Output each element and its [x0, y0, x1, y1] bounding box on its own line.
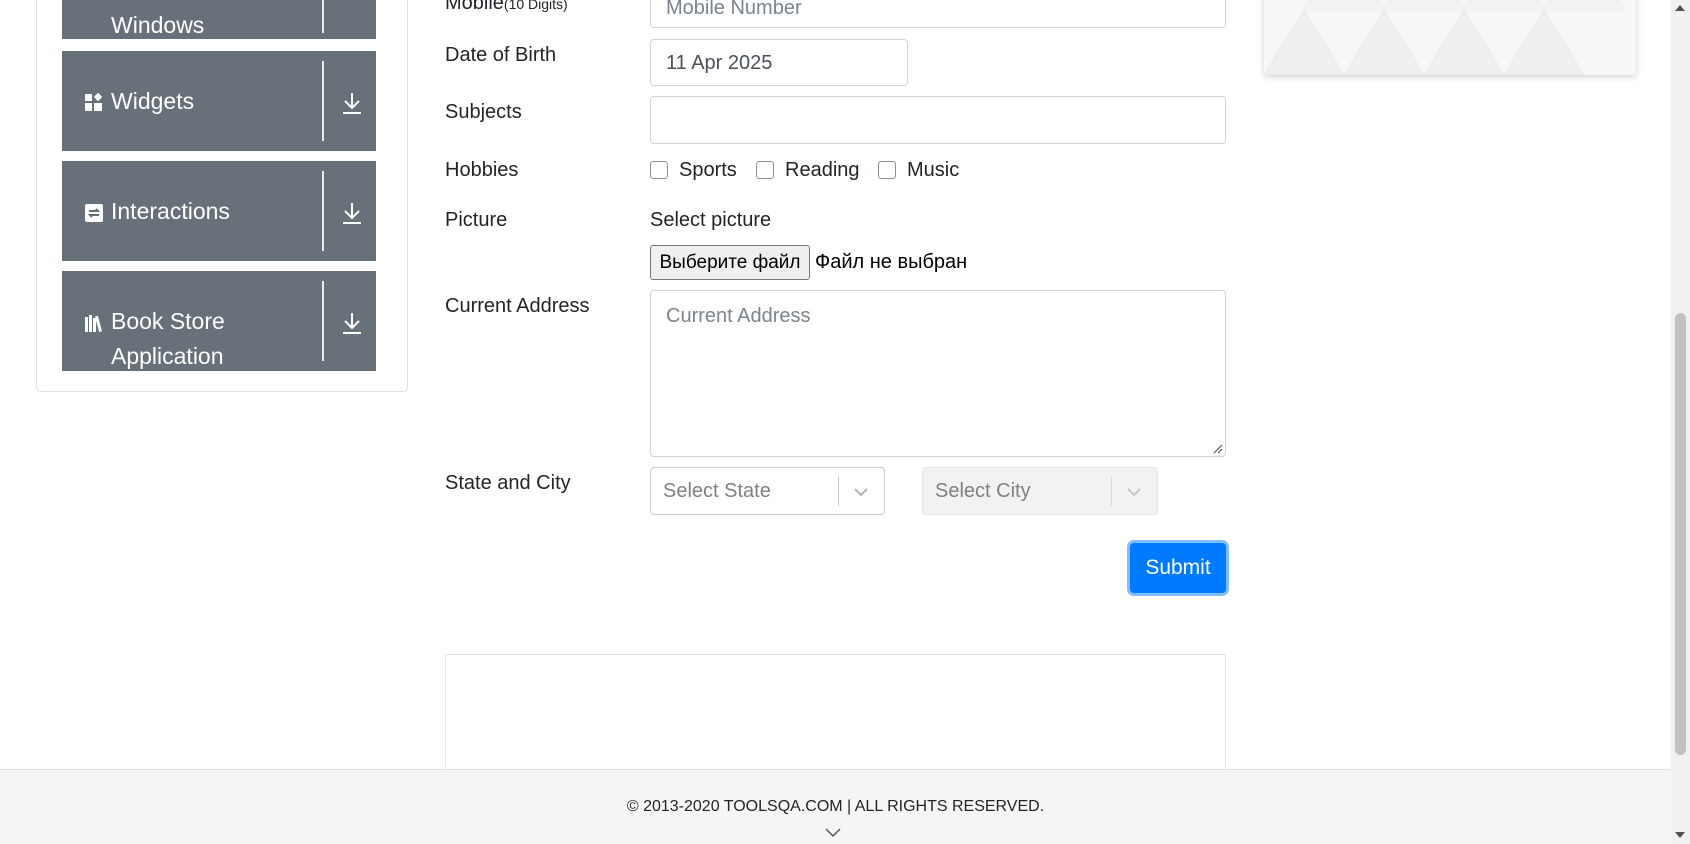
- hobbies-label: Hobbies: [445, 159, 519, 181]
- resize-handle-icon[interactable]: [1211, 442, 1223, 454]
- reading-label[interactable]: Reading: [785, 159, 860, 182]
- banner-image: [1264, 0, 1636, 75]
- interactions-icon: [85, 204, 103, 222]
- mobile-input[interactable]: Mobile Number: [650, 0, 1226, 28]
- output-frame: [445, 654, 1226, 774]
- state-city-label: State and City: [445, 472, 571, 494]
- file-status: Файл не выбран: [815, 251, 968, 273]
- chevron-down-icon[interactable]: [851, 482, 871, 502]
- collapse-icon[interactable]: [341, 0, 363, 18]
- music-label[interactable]: Music: [907, 159, 959, 182]
- select-picture-title: Select picture: [650, 209, 772, 231]
- chevron-down-icon[interactable]: [824, 826, 842, 838]
- banner-pattern: [1264, 0, 1625, 75]
- current-address-textarea[interactable]: Current Address: [650, 290, 1226, 457]
- picture-label: Picture: [445, 209, 508, 231]
- sidebar-group-label: Book Store: [111, 308, 225, 334]
- current-address-label: Current Address: [445, 295, 590, 317]
- sidebar-separator: [322, 61, 324, 141]
- sidebar-separator: [322, 171, 324, 251]
- download-arrow-icon[interactable]: [341, 311, 363, 335]
- footer-copyright: © 2013-2020 TOOLSQA.COM | ALL RIGHTS RES…: [626, 798, 1045, 815]
- sidebar-separator: [322, 281, 324, 361]
- sidebar-group-interactions[interactable]: Interactions: [62, 161, 376, 261]
- select-separator: [1111, 476, 1112, 506]
- subjects-label: Subjects: [445, 101, 522, 123]
- footer: © 2013-2020 TOOLSQA.COM | ALL RIGHTS RES…: [0, 769, 1671, 844]
- scrollbar-thumb[interactable]: [1675, 313, 1686, 755]
- state-select[interactable]: Select State: [650, 467, 885, 515]
- sidebar-group-book-store[interactable]: Book Store Application: [62, 271, 376, 371]
- mobile-label: Mobile(10 Digits): [445, 0, 568, 14]
- music-checkbox[interactable]: [878, 161, 896, 179]
- reading-checkbox[interactable]: [756, 161, 774, 179]
- sidebar-group-widgets[interactable]: Widgets: [62, 51, 376, 151]
- dob-input[interactable]: 11 Apr 2025: [650, 39, 908, 86]
- subjects-input[interactable]: [650, 96, 1226, 144]
- sidebar-group-label: Application: [111, 343, 224, 369]
- sidebar-group-label: Widgets: [111, 88, 195, 114]
- sports-checkbox[interactable]: [650, 161, 668, 179]
- books-icon: [85, 315, 103, 332]
- sidebar-group-label: Windows: [111, 12, 205, 38]
- download-arrow-icon[interactable]: [341, 91, 363, 115]
- city-select[interactable]: Select City: [922, 467, 1158, 515]
- submit-button[interactable]: Submit: [1130, 543, 1226, 593]
- choose-file-button[interactable]: Выберите файл: [650, 245, 810, 280]
- sports-label[interactable]: Sports: [679, 159, 737, 182]
- widgets-icon: [85, 93, 103, 111]
- sidebar-separator: [322, 0, 324, 33]
- sidebar-group-windows[interactable]: Windows: [62, 0, 376, 39]
- download-arrow-icon[interactable]: [341, 201, 363, 225]
- chevron-down-icon[interactable]: [1124, 482, 1144, 502]
- select-separator: [838, 476, 839, 506]
- scroll-down-icon[interactable]: [1673, 830, 1687, 840]
- sidebar-group-label: Interactions: [111, 198, 230, 224]
- scroll-up-icon[interactable]: [1673, 3, 1687, 13]
- dob-value: 11 Apr 2025: [666, 52, 773, 74]
- dob-label: Date of Birth: [445, 44, 557, 66]
